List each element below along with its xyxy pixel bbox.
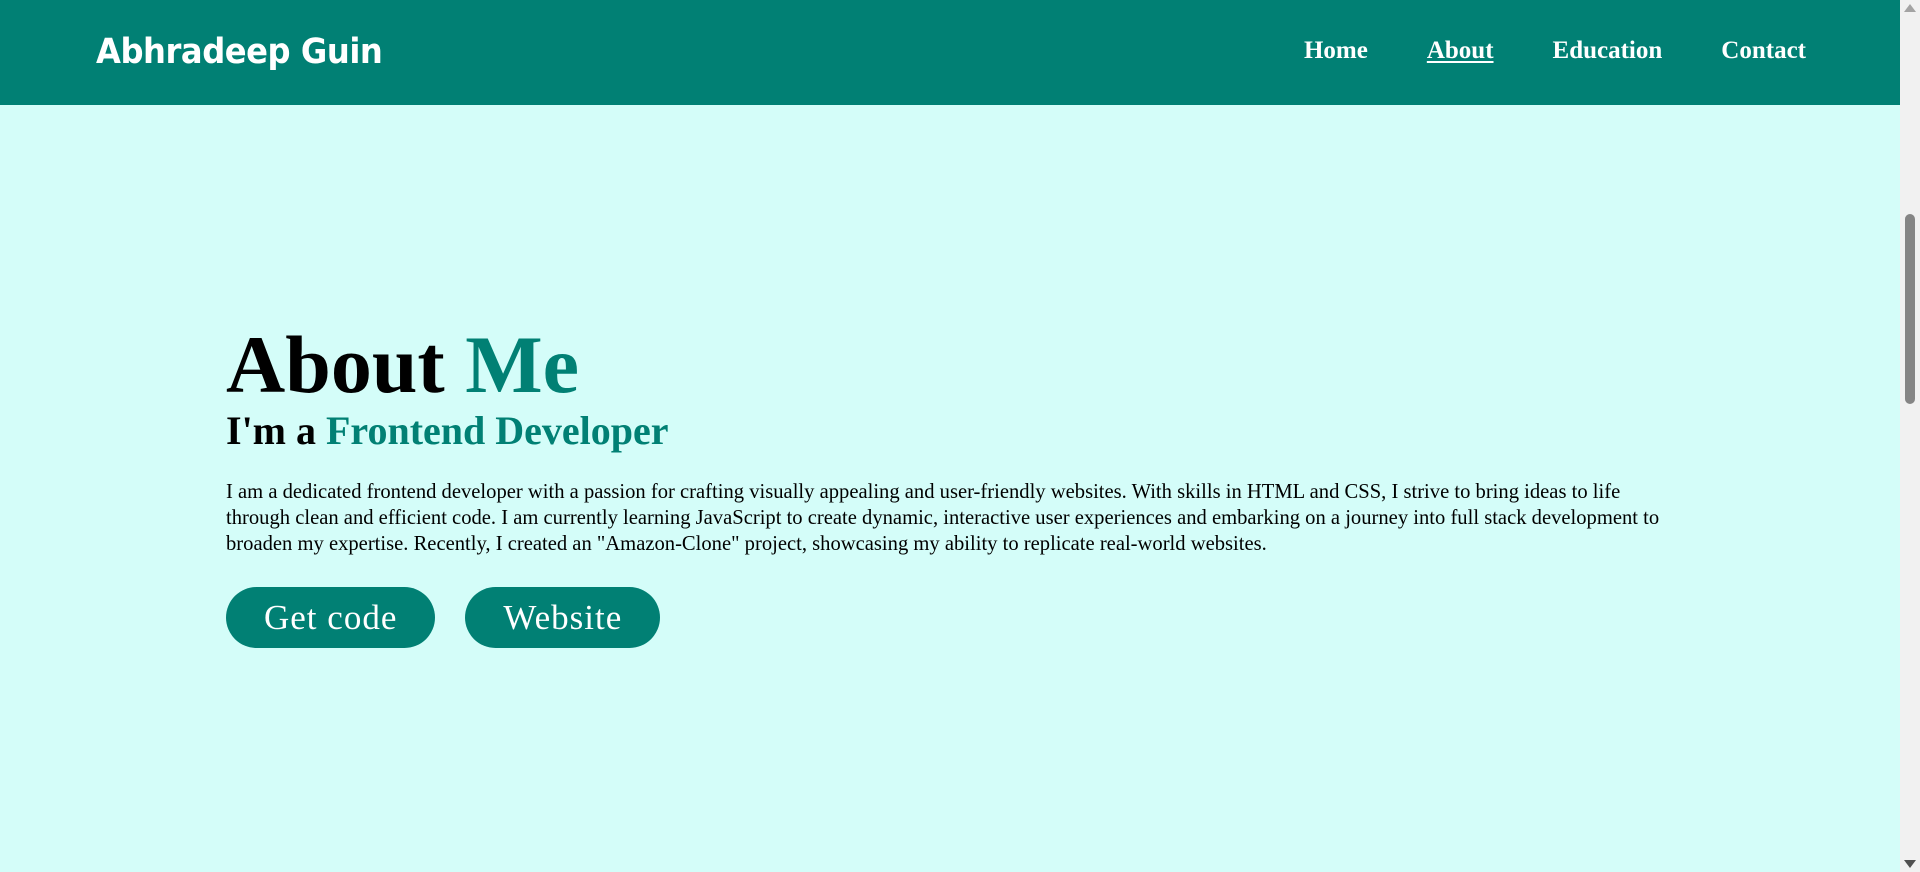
site-header: Abhradeep Guin Home About Education Cont… bbox=[0, 0, 1900, 105]
nav-about-link[interactable]: About bbox=[1427, 35, 1494, 67]
get-code-button[interactable]: Get code bbox=[226, 587, 436, 648]
nav-education-link[interactable]: Education bbox=[1553, 35, 1663, 67]
action-buttons: Get code Website bbox=[226, 587, 1686, 648]
about-heading: About Me bbox=[226, 318, 1686, 412]
nav-home-link[interactable]: Home bbox=[1304, 35, 1368, 67]
about-heading-accent: Me bbox=[465, 319, 580, 410]
about-heading-word: About bbox=[226, 319, 445, 410]
role-title: Frontend Developer bbox=[326, 408, 669, 453]
page: Abhradeep Guin Home About Education Cont… bbox=[0, 0, 1900, 872]
scroll-down-icon[interactable] bbox=[1904, 860, 1916, 868]
website-button[interactable]: Website bbox=[465, 587, 661, 648]
scrollbar-thumb[interactable] bbox=[1905, 214, 1915, 404]
role-heading: I'm a Frontend Developer bbox=[226, 406, 1686, 456]
bio-paragraph: I am a dedicated frontend developer with… bbox=[226, 481, 1660, 555]
nav-contact-link[interactable]: Contact bbox=[1721, 35, 1806, 67]
vertical-scrollbar[interactable] bbox=[1900, 0, 1920, 872]
role-prefix: I'm a bbox=[226, 408, 316, 453]
scroll-up-icon[interactable] bbox=[1904, 4, 1916, 12]
site-logo[interactable]: Abhradeep Guin bbox=[96, 30, 383, 75]
about-section: About Me I'm a Frontend Developer I am a… bbox=[226, 318, 1686, 648]
main-nav: Home About Education Contact bbox=[1245, 35, 1806, 67]
